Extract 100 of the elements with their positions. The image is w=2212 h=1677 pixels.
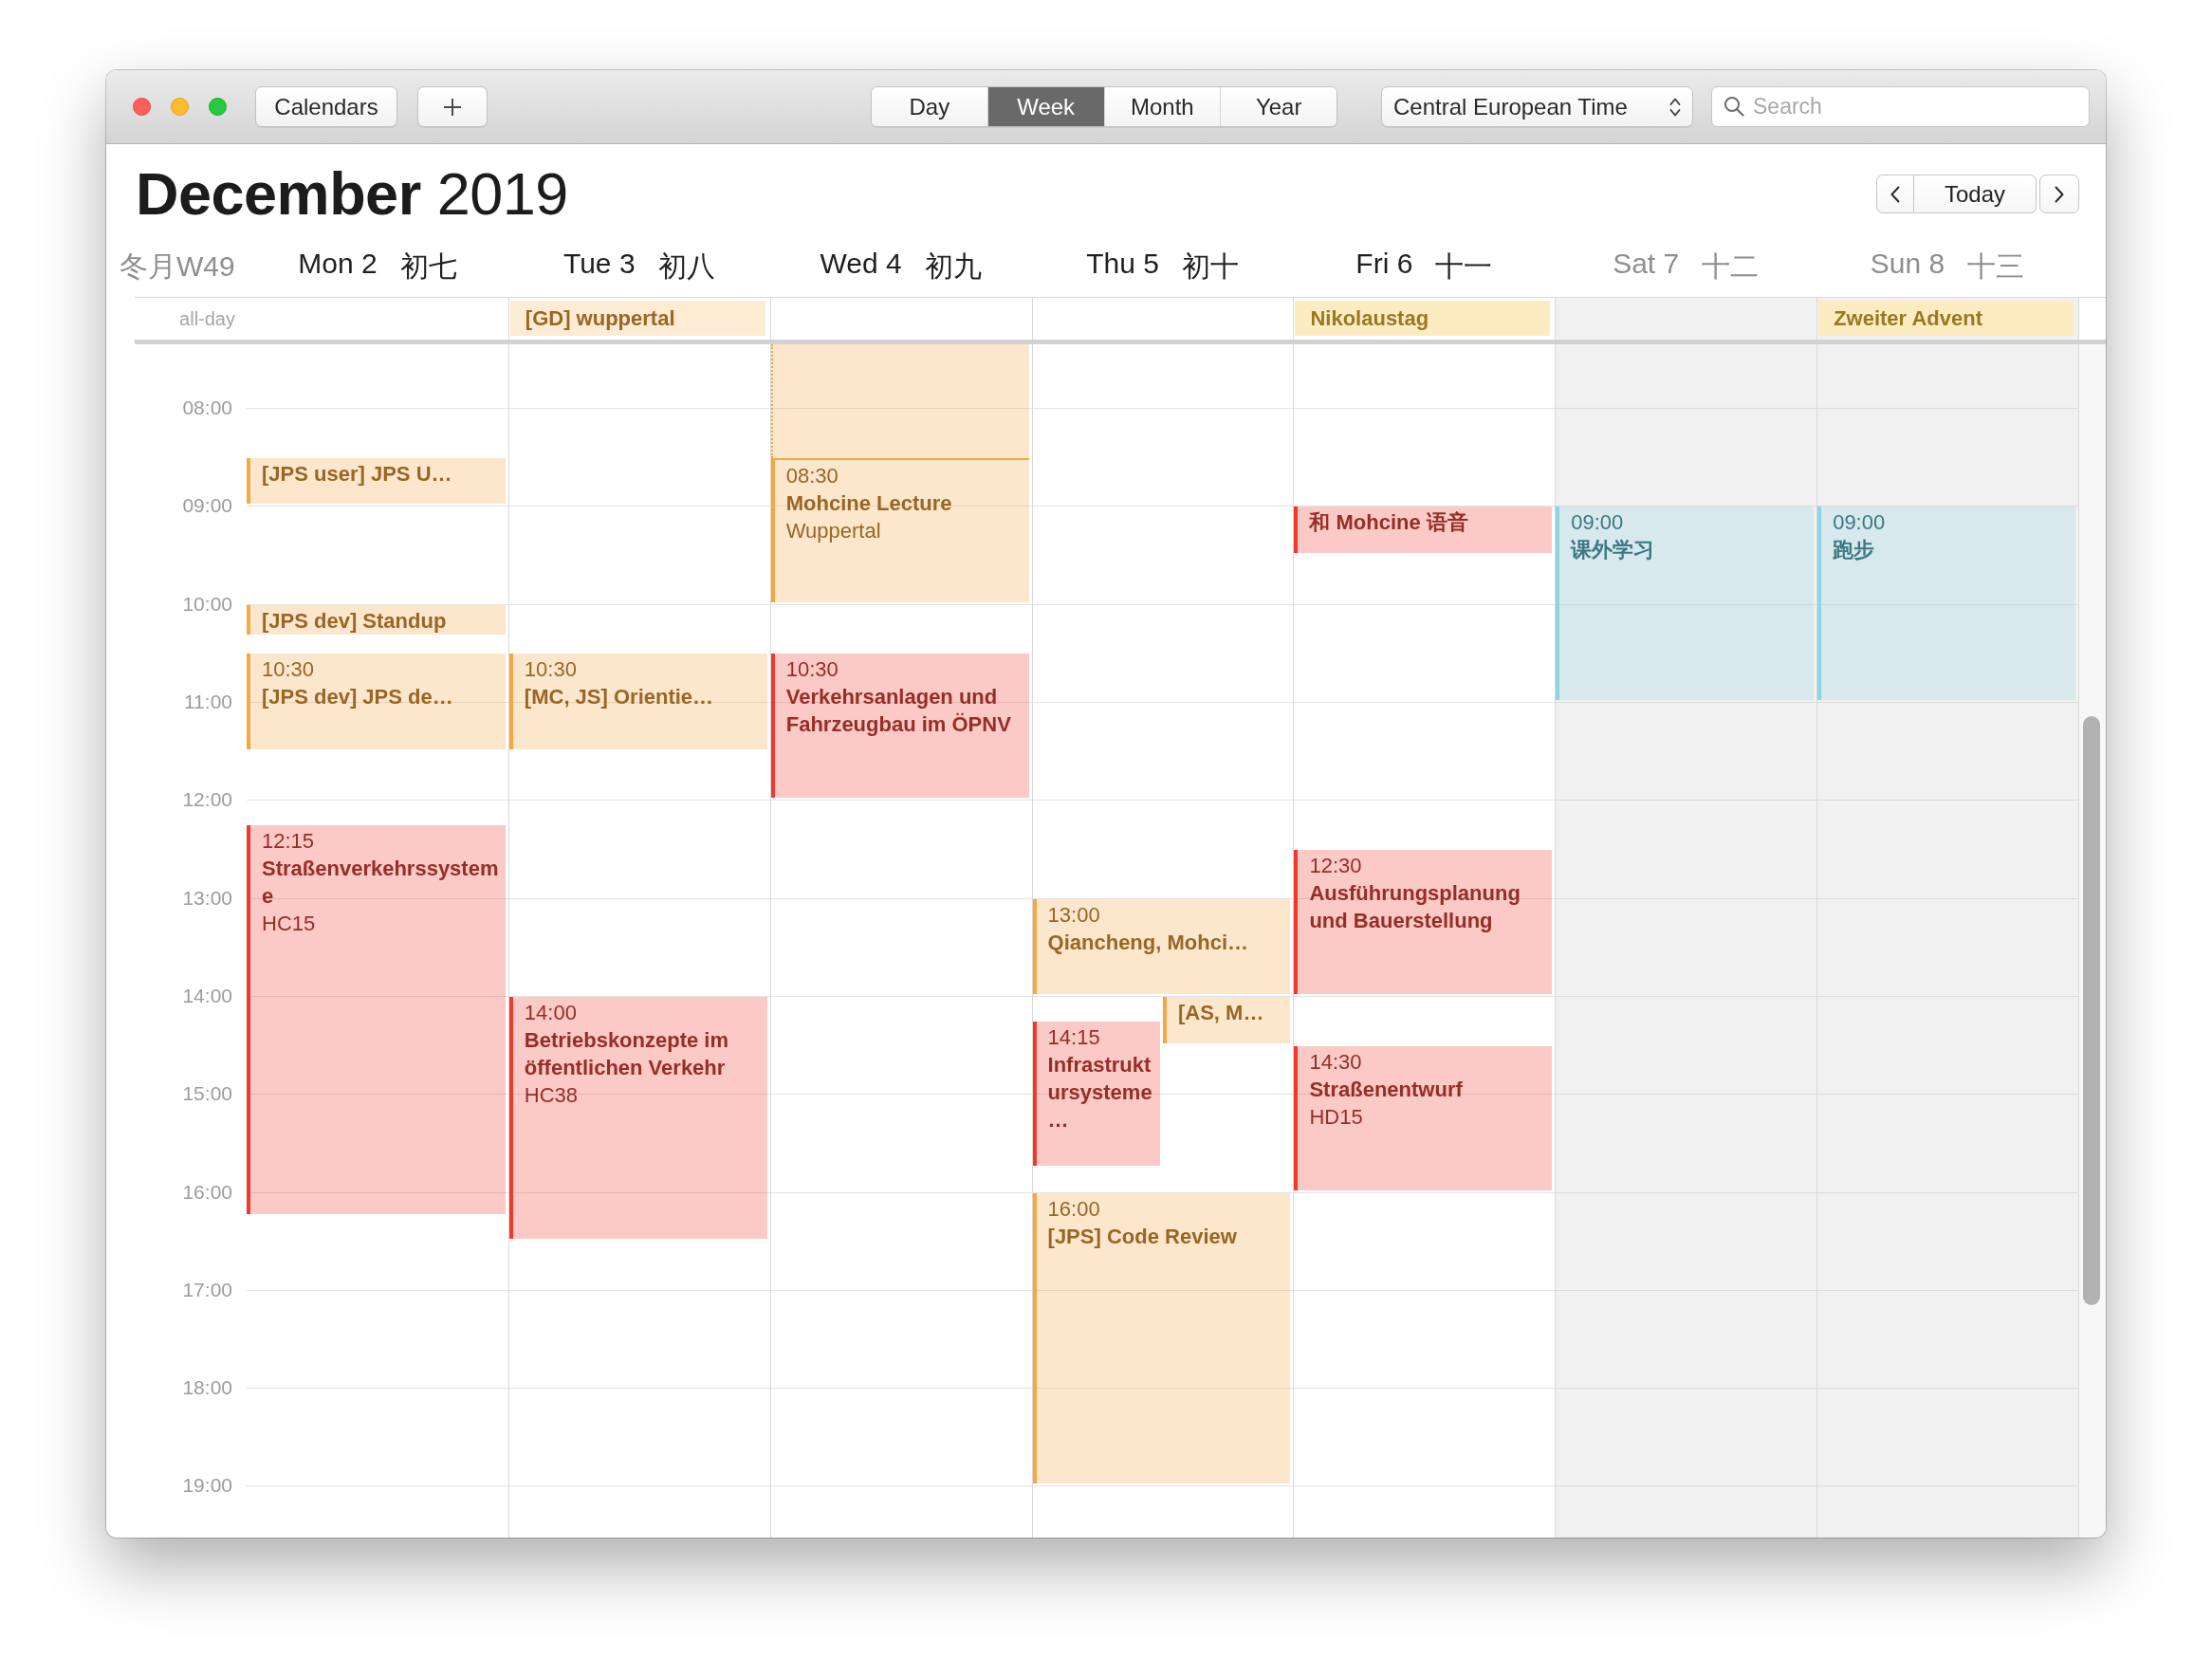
event-title: Qiancheng, Mohci… [1047, 929, 1250, 956]
calendar-event[interactable]: 08:30 Mohcine Lecture Wuppertal [770, 457, 1029, 602]
lunar-date: 初十 [1181, 249, 1239, 284]
event-title: Straßenverkehrssysteme [262, 856, 500, 911]
lunar-date: 十三 [1967, 249, 2025, 284]
hour-label: 17:00 [182, 1278, 232, 1301]
week-label: 冬月W49 [119, 249, 236, 284]
event-time: 14:00 [524, 999, 578, 1026]
maximize-icon[interactable] [209, 98, 227, 116]
search-icon [1724, 96, 1744, 117]
view-tab[interactable]: Year [1220, 87, 1336, 126]
event-time: 12:15 [262, 828, 316, 856]
event-title: [JPS dev] JPS de… [262, 684, 454, 711]
next-button[interactable] [2039, 175, 2079, 213]
event-location: HD15 [1309, 1103, 1364, 1131]
calendar-event[interactable]: 12:15 Straßenverkehrssysteme HC15 [247, 825, 506, 1215]
event-location: HC38 [524, 1081, 580, 1109]
event-time: 09:00 [1571, 509, 1625, 537]
calendar-event[interactable]: 09:00 课外学习 [1556, 507, 1815, 701]
calendar-event[interactable]: 14:15 Infrastruktursysteme… [1032, 1021, 1160, 1166]
event-time: 09:00 [1833, 509, 1887, 537]
event-title: 跑步 [1833, 537, 1876, 564]
event-title: [JPS dev] Standup [262, 607, 448, 635]
calendar-event[interactable]: 16:00 [JPS] Code Review [1032, 1192, 1291, 1484]
event-time: 10:30 [524, 656, 578, 684]
event-location: HC15 [262, 911, 317, 938]
all-day-event[interactable]: Zweiter Advent [1818, 301, 2074, 336]
hour-label: 14:00 [182, 984, 232, 1007]
hour-label: 19:00 [182, 1474, 232, 1498]
event-time: 14:15 [1047, 1023, 1101, 1051]
event-title: Betriebskonzepte im öffentlichen Verkehr [524, 1026, 729, 1081]
event-title: [AS, M… [1178, 999, 1265, 1026]
scrollbar-thumb[interactable] [2083, 716, 2100, 1305]
search-field[interactable]: Search [1711, 86, 2090, 127]
day-label: Sun 8 [1870, 248, 1945, 281]
day-label: Sat 7 [1613, 248, 1680, 281]
previous-button[interactable] [1876, 175, 1914, 213]
plus-icon [443, 97, 462, 117]
event-title: Infrastruktursysteme… [1047, 1051, 1153, 1133]
calendar-event[interactable]: 10:30 Verkehrsanlagen und Fahrzeugbau im ÖPNV [770, 654, 1029, 799]
day-label: Fri 6 [1355, 248, 1413, 281]
calendar-event[interactable]: 10:30 [MC, JS] Orientie… [508, 654, 767, 749]
hour-label: 10:00 [182, 592, 232, 616]
calendar-event[interactable]: 和 Mohcine 语音 [1294, 507, 1553, 554]
close-icon[interactable] [133, 98, 151, 116]
hour-label: 11:00 [184, 691, 232, 714]
view-tab[interactable]: Month [1103, 87, 1221, 126]
time-zone-popup[interactable]: Central European Time [1381, 86, 1693, 127]
all-day-event[interactable]: [GD] wuppertal [509, 301, 765, 336]
calendar-event[interactable]: 09:00 跑步 [1817, 507, 2075, 701]
calendar-event[interactable]: 13:00 Qiancheng, Mohci… [1032, 898, 1291, 994]
hour-label: 08:00 [182, 396, 232, 420]
hour-label: 13:00 [182, 886, 232, 910]
event-time: 13:00 [1047, 901, 1101, 929]
event-time: 10:30 [785, 656, 839, 684]
hour-label: 15:00 [182, 1082, 232, 1106]
event-title: Verkehrsanlagen und Fahrzeugbau im ÖPNV [785, 684, 1012, 739]
event-time: 10:30 [262, 656, 316, 684]
day-label: Wed 4 [820, 248, 902, 281]
day-label: Thu 5 [1086, 248, 1159, 281]
month-title: December 2019 [136, 164, 568, 224]
calendar-event[interactable]: 12:30 Ausführungsplanung und Bauerstellung [1294, 850, 1553, 994]
lunar-date: 初八 [657, 249, 715, 284]
calendar-event[interactable]: [JPS dev] Standup [247, 604, 506, 636]
event-title: [JPS] Code Review [1047, 1223, 1238, 1250]
event-title: [JPS user] JPS U… [262, 460, 453, 488]
all-day-event[interactable]: Nikolaustag [1295, 301, 1551, 336]
event-time: 16:00 [1047, 1195, 1101, 1223]
event-title: 课外学习 [1571, 537, 1656, 564]
event-title: [MC, JS] Orientie… [524, 684, 715, 711]
view-tab[interactable]: Week [986, 87, 1104, 126]
chevron-up-down-icon [1669, 96, 1681, 118]
calendar-event[interactable]: 14:00 Betriebskonzepte im öffentlichen Verkehr HC38 [508, 996, 767, 1240]
lunar-date: 十一 [1435, 249, 1493, 284]
event-title: Straßenentwurf [1309, 1076, 1464, 1103]
today-button[interactable]: Today [1914, 175, 2037, 213]
hour-label: 16:00 [182, 1180, 232, 1204]
event-time: 12:30 [1309, 853, 1363, 879]
event-title: 和 Mohcine 语音 [1309, 509, 1469, 537]
event-title: Ausführungsplanung und Bauerstellung [1309, 880, 1521, 934]
minimize-icon[interactable] [171, 98, 189, 116]
all-day-label: all-day [178, 307, 236, 331]
event-time: 08:30 [785, 462, 839, 489]
calendar-event[interactable]: [AS, M… [1163, 996, 1291, 1043]
calendar-event[interactable]: 14:30 Straßenentwurf HD15 [1294, 1045, 1553, 1190]
event-time: 14:30 [1309, 1048, 1363, 1076]
calendars-button[interactable]: Calendars [255, 86, 397, 127]
day-label: Mon 2 [298, 248, 378, 281]
event-location: Wuppertal [785, 517, 882, 544]
calendar-event[interactable]: [JPS user] JPS U… [247, 457, 506, 505]
hour-label: 12:00 [182, 788, 232, 812]
calendar-event[interactable]: 10:30 [JPS dev] JPS de… [247, 654, 506, 749]
view-tab[interactable]: Day [872, 87, 987, 126]
hour-label: 09:00 [182, 494, 232, 518]
add-button[interactable] [417, 86, 488, 127]
chevron-left-icon [1890, 185, 1900, 203]
event-title: Mohcine Lecture [785, 489, 953, 517]
chevron-right-icon [2055, 185, 2064, 203]
day-label: Tue 3 [562, 248, 636, 281]
hour-label: 18:00 [182, 1376, 232, 1400]
